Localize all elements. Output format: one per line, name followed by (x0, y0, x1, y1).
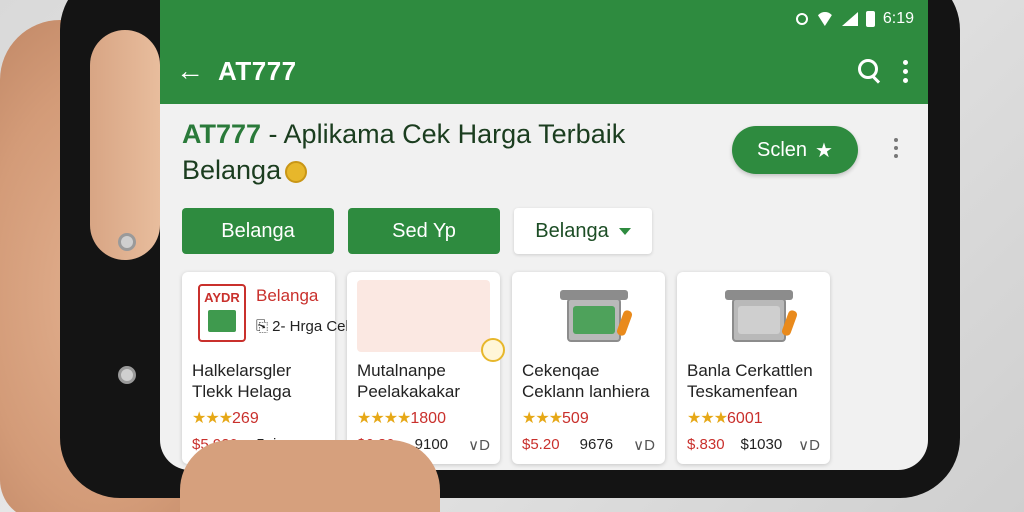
trash-bin-icon (732, 298, 786, 342)
price: $5.20 (522, 436, 560, 453)
product-rating: ★★★509 (522, 408, 655, 428)
page-title: AT777 - Aplikama Cek Harga Terbaik Belan… (182, 116, 702, 189)
expand-icon[interactable]: ∨D (633, 436, 655, 454)
search-icon[interactable] (855, 56, 885, 86)
location-icon (795, 13, 808, 25)
status-time: 6:19 (882, 10, 914, 27)
more-options-icon[interactable] (894, 138, 898, 158)
product-image: AYDR Belanga ⎘ 2- Hrga Cek Haras (192, 280, 397, 352)
product-list: AYDR Belanga ⎘ 2- Hrga Cek Haras Halkela… (182, 272, 830, 464)
coin-icon (285, 161, 308, 184)
price: $.830 (687, 436, 725, 453)
product-card[interactable]: Cekenqae Ceklann lanhiera ★★★509 $5.20 9… (512, 272, 665, 464)
tag-icon (481, 338, 505, 362)
product-image (522, 280, 655, 352)
palm (180, 440, 440, 512)
filter-button-belanga[interactable]: Belanga (182, 208, 334, 254)
scan-button-label: Sclen (757, 138, 808, 161)
card-badge: Belanga (256, 286, 319, 305)
product-title: Mutalnanpe Peelakakakar (357, 361, 461, 401)
page-header: AT777 - Aplikama Cek Harga Terbaik Belan… (160, 104, 928, 204)
product-card[interactable]: AYDR Belanga ⎘ 2- Hrga Cek Haras Halkela… (182, 272, 397, 464)
product-card[interactable]: Banla Cerkattlen Teskamenfean ★★★6001 $.… (677, 272, 830, 464)
dropdown-value: Belanga (535, 219, 609, 242)
filter-bar: Belanga Sed Yp Belanga (160, 204, 928, 254)
scan-button[interactable]: Sclen ★ (732, 126, 858, 174)
price-secondary: $1030 (740, 436, 783, 453)
signal-icon (841, 12, 858, 26)
overflow-menu-icon[interactable] (899, 56, 912, 87)
rating-value: 1800 (410, 410, 446, 427)
product-image (687, 280, 820, 352)
star-icon: ★ (815, 139, 833, 162)
price-secondary: 9676 (579, 436, 614, 453)
rating-value: 269 (232, 410, 259, 427)
product-title: Cekenqae Ceklann lanhiera (522, 361, 650, 401)
status-bar: 6:19 (160, 0, 928, 38)
battery-icon (865, 11, 875, 27)
product-image (357, 280, 505, 362)
stars-icon: ★★★ (192, 410, 233, 427)
stars-icon: ★★★ (687, 410, 728, 427)
app-title: AT777 (218, 55, 297, 86)
product-card[interactable]: Mutalnanpe Peelakakakar ★★★★1800 $6.30 9… (347, 272, 505, 464)
filter-button-sed[interactable]: Sed Yp (348, 208, 500, 254)
stars-icon: ★★★ (522, 410, 563, 427)
product-title: Halkelarsgler Tlekk Helaga (192, 361, 292, 401)
thumb (90, 30, 160, 260)
rating-value: 509 (562, 410, 589, 427)
expand-icon[interactable]: ∨D (798, 436, 820, 454)
expand-icon[interactable]: ∨D (468, 436, 490, 454)
rating-value: 6001 (727, 410, 763, 427)
title-accent: AT777 (182, 119, 262, 149)
back-arrow-icon[interactable]: ← (176, 57, 204, 85)
product-rating: ★★★★1800 (357, 408, 490, 428)
price-row: $5.20 9676 ∨D (522, 436, 655, 454)
price-row: $.830 $1030 ∨D (687, 436, 820, 454)
product-rating: ★★★6001 (687, 408, 820, 428)
wifi-icon (815, 12, 834, 26)
storage-bin-icon (567, 298, 621, 342)
app-screen: 6:19 ← AT777 AT777 - Aplikama Cek Harga … (160, 0, 928, 470)
camera-dot-icon (118, 233, 136, 251)
product-rating: ★★★269 (192, 408, 325, 428)
category-dropdown[interactable]: Belanga (514, 208, 652, 254)
product-thumbnail: AYDR (198, 284, 246, 342)
camera-dot-icon (118, 366, 136, 384)
chevron-down-icon (618, 227, 631, 235)
app-toolbar: ← AT777 (160, 38, 928, 104)
product-title: Banla Cerkattlen Teskamenfean (687, 361, 813, 401)
stars-icon: ★★★★ (357, 410, 411, 427)
